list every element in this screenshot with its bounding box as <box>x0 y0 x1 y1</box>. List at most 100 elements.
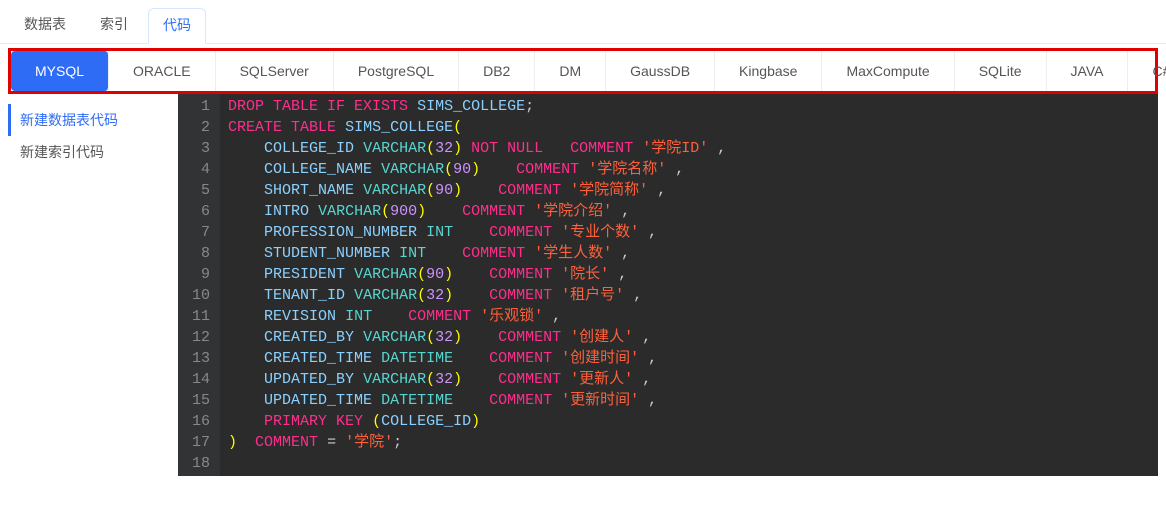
token-wh <box>480 161 516 178</box>
token-id: UPDATED_TIME <box>264 392 372 409</box>
token-wh <box>372 350 381 367</box>
token-wh <box>363 413 372 430</box>
token-wh <box>561 329 570 346</box>
token-wh <box>543 140 570 157</box>
token-cm: '学院名称' <box>588 161 666 178</box>
token-wh <box>561 371 570 388</box>
token-fn: ) <box>444 287 453 304</box>
token-kw: COMMENT <box>489 224 552 241</box>
top-tabs: 数据表索引代码 <box>0 0 1166 44</box>
db-tab-maxcompute[interactable]: MaxCompute <box>822 51 954 91</box>
top-tab-2[interactable]: 代码 <box>148 8 206 44</box>
token-kw: COMMENT <box>489 350 552 367</box>
code-area[interactable]: DROP TABLE IF EXISTS SIMS_COLLEGE;CREATE… <box>220 94 734 476</box>
token-wh <box>633 371 642 388</box>
code-line[interactable]: DROP TABLE IF EXISTS SIMS_COLLEGE; <box>228 96 726 117</box>
top-tab-1[interactable]: 索引 <box>86 8 142 43</box>
code-line[interactable]: UPDATED_BY VARCHAR(32) COMMENT '更新人' , <box>228 369 726 390</box>
token-cm: '院长' <box>561 266 609 283</box>
code-line[interactable]: COLLEGE_NAME VARCHAR(90) COMMENT '学院名称' … <box>228 159 726 180</box>
token-fn: ( <box>381 203 390 220</box>
token-cm: '租户号' <box>561 287 624 304</box>
token-fn: ( <box>426 140 435 157</box>
token-wh <box>336 434 345 451</box>
code-line[interactable]: COLLEGE_ID VARCHAR(32) NOT NULL COMMENT … <box>228 138 726 159</box>
line-number: 10 <box>192 285 210 306</box>
code-line[interactable] <box>228 453 726 474</box>
code-line[interactable]: TENANT_ID VARCHAR(32) COMMENT '租户号' , <box>228 285 726 306</box>
db-tabs-highlight: MYSQLORACLESQLServerPostgreSQLDB2DMGauss… <box>8 48 1158 94</box>
token-id: PRESIDENT <box>264 266 345 283</box>
sidebar-item-1[interactable]: 新建索引代码 <box>8 136 178 168</box>
code-line[interactable]: PRIMARY KEY (COLLEGE_ID) <box>228 411 726 432</box>
token-pn: , <box>648 392 657 409</box>
token-pn: , <box>552 308 561 325</box>
code-line[interactable]: SHORT_NAME VARCHAR(90) COMMENT '学院简称' , <box>228 180 726 201</box>
line-number: 18 <box>192 453 210 474</box>
token-id: UPDATED_BY <box>264 371 354 388</box>
code-line[interactable]: CREATED_TIME DATETIME COMMENT '创建时间' , <box>228 348 726 369</box>
token-wh <box>552 287 561 304</box>
code-line[interactable]: INTRO VARCHAR(900) COMMENT '学院介绍' , <box>228 201 726 222</box>
db-tab-gaussdb[interactable]: GaussDB <box>606 51 715 91</box>
token-tp: INT <box>426 224 453 241</box>
token-pn: , <box>675 161 684 178</box>
token-wh <box>228 329 264 346</box>
code-line[interactable]: CREATED_BY VARCHAR(32) COMMENT '创建人' , <box>228 327 726 348</box>
token-id: COLLEGE_NAME <box>264 161 372 178</box>
token-wh <box>228 203 264 220</box>
db-tab-java[interactable]: JAVA <box>1047 51 1129 91</box>
code-editor[interactable]: 123456789101112131415161718 DROP TABLE I… <box>178 94 1158 476</box>
code-line[interactable]: REVISION INT COMMENT '乐观锁' , <box>228 306 726 327</box>
token-wh <box>390 245 399 262</box>
token-wh <box>624 287 633 304</box>
token-kw: COMMENT <box>498 329 561 346</box>
db-tab-db2[interactable]: DB2 <box>459 51 535 91</box>
token-kw: COMMENT <box>462 245 525 262</box>
token-wh <box>426 245 462 262</box>
token-wh <box>345 266 354 283</box>
code-line[interactable]: CREATE TABLE SIMS_COLLEGE( <box>228 117 726 138</box>
token-id: SHORT_NAME <box>264 182 354 199</box>
token-nm: 900 <box>390 203 417 220</box>
token-kw: COMMENT <box>462 203 525 220</box>
line-number: 1 <box>192 96 210 117</box>
token-tp: DATETIME <box>381 350 453 367</box>
token-wh <box>354 140 363 157</box>
token-tp: INT <box>345 308 372 325</box>
db-tab-c-[interactable]: C# <box>1128 51 1166 91</box>
code-line[interactable]: ) COMMENT = '学院'; <box>228 432 726 453</box>
token-nm: 90 <box>435 182 453 199</box>
token-fn: ( <box>417 287 426 304</box>
code-line[interactable]: PRESIDENT VARCHAR(90) COMMENT '院长' , <box>228 264 726 285</box>
code-line[interactable]: UPDATED_TIME DATETIME COMMENT '更新时间' , <box>228 390 726 411</box>
token-wh <box>462 182 498 199</box>
token-wh <box>609 266 618 283</box>
db-tab-mysql[interactable]: MYSQL <box>11 51 109 91</box>
db-tab-dm[interactable]: DM <box>535 51 606 91</box>
sidebar-item-0[interactable]: 新建数据表代码 <box>8 104 178 136</box>
token-wh <box>354 371 363 388</box>
line-number: 9 <box>192 264 210 285</box>
db-tab-sqlite[interactable]: SQLite <box>955 51 1047 91</box>
sidebar: 新建数据表代码新建索引代码 <box>8 94 178 476</box>
token-kw: COMMENT <box>489 266 552 283</box>
db-tab-sqlserver[interactable]: SQLServer <box>216 51 334 91</box>
token-wh <box>453 266 489 283</box>
token-kw: COMMENT <box>408 308 471 325</box>
code-line[interactable]: STUDENT_NUMBER INT COMMENT '学生人数' , <box>228 243 726 264</box>
db-tab-oracle[interactable]: ORACLE <box>109 51 216 91</box>
code-line[interactable]: PROFESSION_NUMBER INT COMMENT '专业个数' , <box>228 222 726 243</box>
token-kw: CREATE TABLE <box>228 119 336 136</box>
token-pn: , <box>633 287 642 304</box>
token-id: REVISION <box>264 308 336 325</box>
top-tab-0[interactable]: 数据表 <box>10 8 80 43</box>
token-wh <box>228 245 264 262</box>
token-cm: '学生人数' <box>534 245 612 262</box>
db-tab-postgresql[interactable]: PostgreSQL <box>334 51 459 91</box>
db-tab-kingbase[interactable]: Kingbase <box>715 51 822 91</box>
token-wh <box>639 224 648 241</box>
token-wh <box>552 224 561 241</box>
token-fn: ( <box>453 119 462 136</box>
token-wh <box>228 350 264 367</box>
